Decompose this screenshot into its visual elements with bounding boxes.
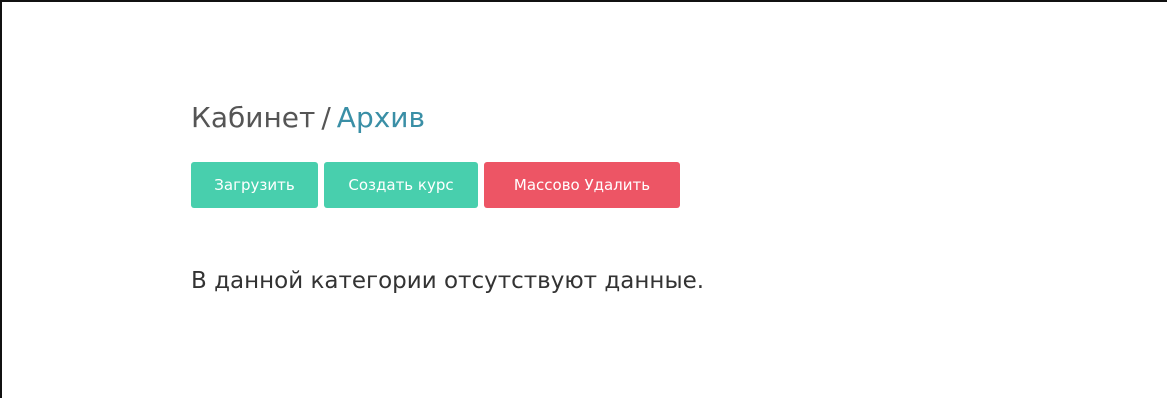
breadcrumb-separator: / [321, 101, 331, 134]
breadcrumb-current[interactable]: Архив [337, 101, 425, 134]
main-content: Кабинет / Архив Загрузить Создать курс Мас… [191, 98, 704, 294]
breadcrumb-parent[interactable]: Кабинет [191, 101, 315, 134]
upload-button[interactable]: Загрузить [191, 162, 318, 208]
create-course-button[interactable]: Создать курс [324, 162, 478, 208]
action-toolbar: Загрузить Создать курс Массово Удалить [191, 162, 680, 208]
empty-state-message: В данной категории отсутствуют данные. [191, 268, 705, 294]
page-frame: Кабинет / Архив Загрузить Создать курс Мас… [0, 0, 1167, 398]
bulk-delete-button[interactable]: Массово Удалить [484, 162, 680, 208]
breadcrumb: Кабинет / Архив [191, 98, 425, 138]
